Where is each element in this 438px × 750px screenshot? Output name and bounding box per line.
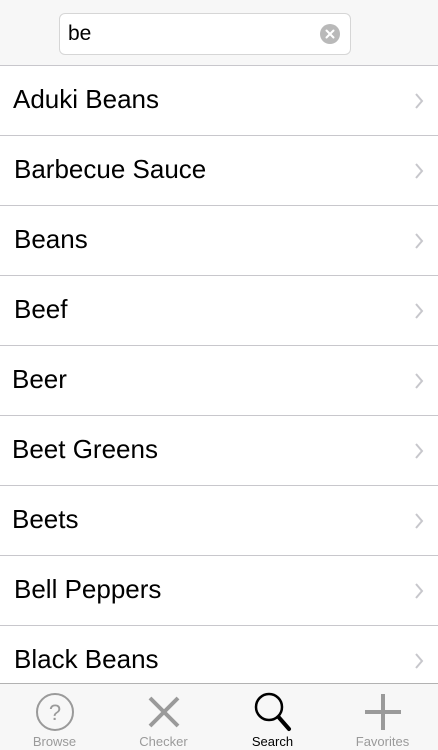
chevron-right-icon bbox=[415, 303, 424, 319]
clear-search-icon[interactable] bbox=[320, 24, 340, 44]
app-window: Aduki Beans Barbecue Sauce Beans Beef Be… bbox=[0, 0, 438, 750]
list-item[interactable]: Beet Greens bbox=[0, 416, 438, 486]
tab-search[interactable]: Search bbox=[218, 684, 327, 750]
tab-browse[interactable]: ? Browse bbox=[0, 684, 109, 750]
chevron-right-icon bbox=[415, 443, 424, 459]
search-input[interactable] bbox=[68, 14, 318, 54]
search-field[interactable] bbox=[59, 13, 351, 55]
tab-label: Favorites bbox=[355, 734, 410, 749]
tab-bar: ? Browse Checker Search Favorites bbox=[0, 683, 438, 750]
chevron-right-icon bbox=[415, 373, 424, 389]
tab-label: Search bbox=[251, 734, 294, 749]
list-item-label: Black Beans bbox=[14, 644, 159, 674]
list-item[interactable]: Beets bbox=[0, 486, 438, 556]
tab-favorites[interactable]: Favorites bbox=[327, 684, 438, 750]
tab-checker[interactable]: Checker bbox=[109, 684, 218, 750]
svg-text:?: ? bbox=[48, 700, 60, 725]
list-item-label: Beets bbox=[12, 504, 79, 534]
search-bar bbox=[0, 0, 438, 66]
chevron-right-icon bbox=[415, 233, 424, 249]
chevron-right-icon bbox=[415, 93, 424, 109]
chevron-right-icon bbox=[415, 583, 424, 599]
list-item[interactable]: Beer bbox=[0, 346, 438, 416]
list-item[interactable]: Bell Peppers bbox=[0, 556, 438, 626]
magnifier-icon bbox=[254, 692, 291, 731]
list-item-label: Beet Greens bbox=[12, 434, 158, 464]
chevron-right-icon bbox=[415, 163, 424, 179]
plus-icon bbox=[364, 694, 401, 730]
list-item[interactable]: Aduki Beans bbox=[0, 66, 438, 136]
chevron-right-icon bbox=[415, 513, 424, 529]
list-item-label: Beans bbox=[14, 224, 88, 254]
list-item-label: Aduki Beans bbox=[13, 84, 159, 114]
list-item-label: Barbecue Sauce bbox=[14, 154, 207, 184]
x-icon bbox=[148, 696, 179, 728]
list-item[interactable]: Black Beans bbox=[0, 626, 438, 683]
tab-label: Checker bbox=[139, 734, 188, 749]
list-item[interactable]: Barbecue Sauce bbox=[0, 136, 438, 206]
list-item[interactable]: Beans bbox=[0, 206, 438, 276]
results-list: Aduki Beans Barbecue Sauce Beans Beef Be… bbox=[0, 66, 438, 683]
tab-label: Browse bbox=[32, 734, 77, 749]
list-item-label: Beer bbox=[12, 364, 67, 394]
list-item-label: Bell Peppers bbox=[14, 574, 162, 604]
list-item-label: Beef bbox=[14, 294, 68, 324]
list-item[interactable]: Beef bbox=[0, 276, 438, 346]
chevron-right-icon bbox=[415, 653, 424, 669]
question-circle-icon: ? bbox=[35, 693, 74, 731]
